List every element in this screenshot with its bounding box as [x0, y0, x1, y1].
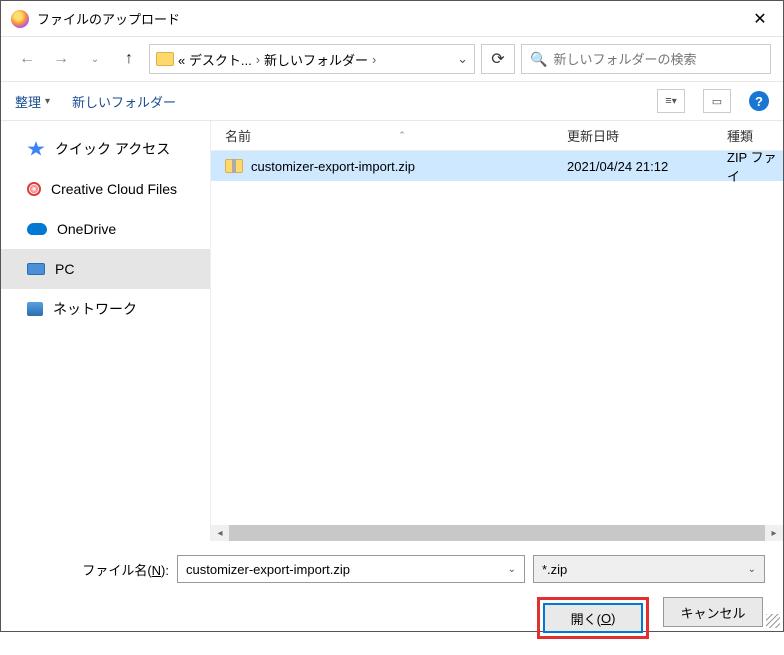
- zip-file-icon: [225, 159, 243, 173]
- search-icon: 🔍: [530, 51, 547, 68]
- organize-button[interactable]: 整理 ▾: [15, 92, 50, 111]
- new-folder-button[interactable]: 新しいフォルダー: [72, 92, 176, 111]
- preview-pane-button[interactable]: ▭: [703, 89, 731, 113]
- chevron-right-icon: ›: [372, 52, 376, 67]
- close-button[interactable]: ✕: [737, 1, 783, 37]
- scroll-thumb[interactable]: [229, 525, 765, 541]
- filename-label: ファイル名(N):: [19, 560, 169, 579]
- cloud-icon: [27, 223, 47, 235]
- up-button[interactable]: ↑: [115, 45, 143, 73]
- file-name: customizer-export-import.zip: [251, 159, 415, 174]
- chevron-down-icon: ▾: [45, 96, 50, 107]
- breadcrumb[interactable]: « デスクト... › 新しいフォルダー › ⌄: [149, 44, 475, 74]
- firefox-icon: [11, 10, 29, 28]
- main-area: クイック アクセス Creative Cloud Files OneDrive …: [1, 121, 783, 541]
- open-button[interactable]: 開く(O): [543, 603, 643, 633]
- chevron-down-icon[interactable]: ⌄: [508, 564, 516, 575]
- crumb-dropdown[interactable]: ⌄: [457, 51, 468, 67]
- filter-select[interactable]: *.zip ⌄: [533, 555, 765, 583]
- creative-cloud-icon: [27, 182, 41, 196]
- sidebar-item-network[interactable]: ネットワーク: [1, 289, 210, 329]
- open-button-highlight: 開く(O): [537, 597, 649, 639]
- sidebar: クイック アクセス Creative Cloud Files OneDrive …: [1, 121, 211, 541]
- crumb-seg-2[interactable]: 新しいフォルダー: [264, 50, 368, 69]
- bottom-panel: ファイル名(N): customizer-export-import.zip ⌄…: [1, 541, 783, 655]
- column-name[interactable]: 名前 ⌃: [211, 126, 553, 145]
- search-input[interactable]: [553, 52, 762, 67]
- sidebar-item-quick-access[interactable]: クイック アクセス: [1, 129, 210, 169]
- search-box[interactable]: 🔍: [521, 44, 771, 74]
- column-type[interactable]: 種類: [713, 126, 783, 145]
- file-type: ZIP ファイ: [713, 147, 783, 185]
- forward-button: →: [47, 45, 75, 73]
- sidebar-item-pc[interactable]: PC: [1, 249, 210, 289]
- column-date[interactable]: 更新日時: [553, 126, 713, 145]
- toolbar: 整理 ▾ 新しいフォルダー ≡ ▾ ▭ ?: [1, 81, 783, 121]
- file-row[interactable]: customizer-export-import.zip 2021/04/24 …: [211, 151, 783, 181]
- crumb-seg-1[interactable]: « デスクト...: [178, 50, 252, 69]
- nav-row: ← → ⌄ ↑ « デスクト... › 新しいフォルダー › ⌄ ⟳ 🔍: [1, 37, 783, 81]
- back-button[interactable]: ←: [13, 45, 41, 73]
- window-title: ファイルのアップロード: [37, 9, 737, 28]
- sort-indicator-icon: ⌃: [398, 130, 406, 141]
- help-button[interactable]: ?: [749, 91, 769, 111]
- refresh-button[interactable]: ⟳: [481, 44, 515, 74]
- horizontal-scrollbar[interactable]: ◂ ▸: [211, 525, 783, 541]
- star-icon: [27, 141, 45, 157]
- file-date: 2021/04/24 21:12: [553, 159, 713, 174]
- titlebar: ファイルのアップロード ✕: [1, 1, 783, 37]
- resize-grip[interactable]: [766, 614, 780, 628]
- recent-dropdown[interactable]: ⌄: [81, 45, 109, 73]
- file-area: 名前 ⌃ 更新日時 種類 customizer-export-import.zi…: [211, 121, 783, 541]
- sidebar-item-creative-cloud[interactable]: Creative Cloud Files: [1, 169, 210, 209]
- chevron-down-icon: ⌄: [748, 564, 756, 575]
- network-icon: [27, 302, 43, 316]
- pc-icon: [27, 263, 45, 275]
- column-headers: 名前 ⌃ 更新日時 種類: [211, 121, 783, 151]
- view-mode-button[interactable]: ≡ ▾: [657, 89, 685, 113]
- sidebar-item-onedrive[interactable]: OneDrive: [1, 209, 210, 249]
- chevron-right-icon: ›: [256, 52, 260, 67]
- folder-icon: [156, 52, 174, 66]
- scroll-left-icon[interactable]: ◂: [211, 528, 229, 539]
- scroll-right-icon[interactable]: ▸: [765, 528, 783, 539]
- filename-input[interactable]: customizer-export-import.zip ⌄: [177, 555, 525, 583]
- cancel-button[interactable]: キャンセル: [663, 597, 763, 627]
